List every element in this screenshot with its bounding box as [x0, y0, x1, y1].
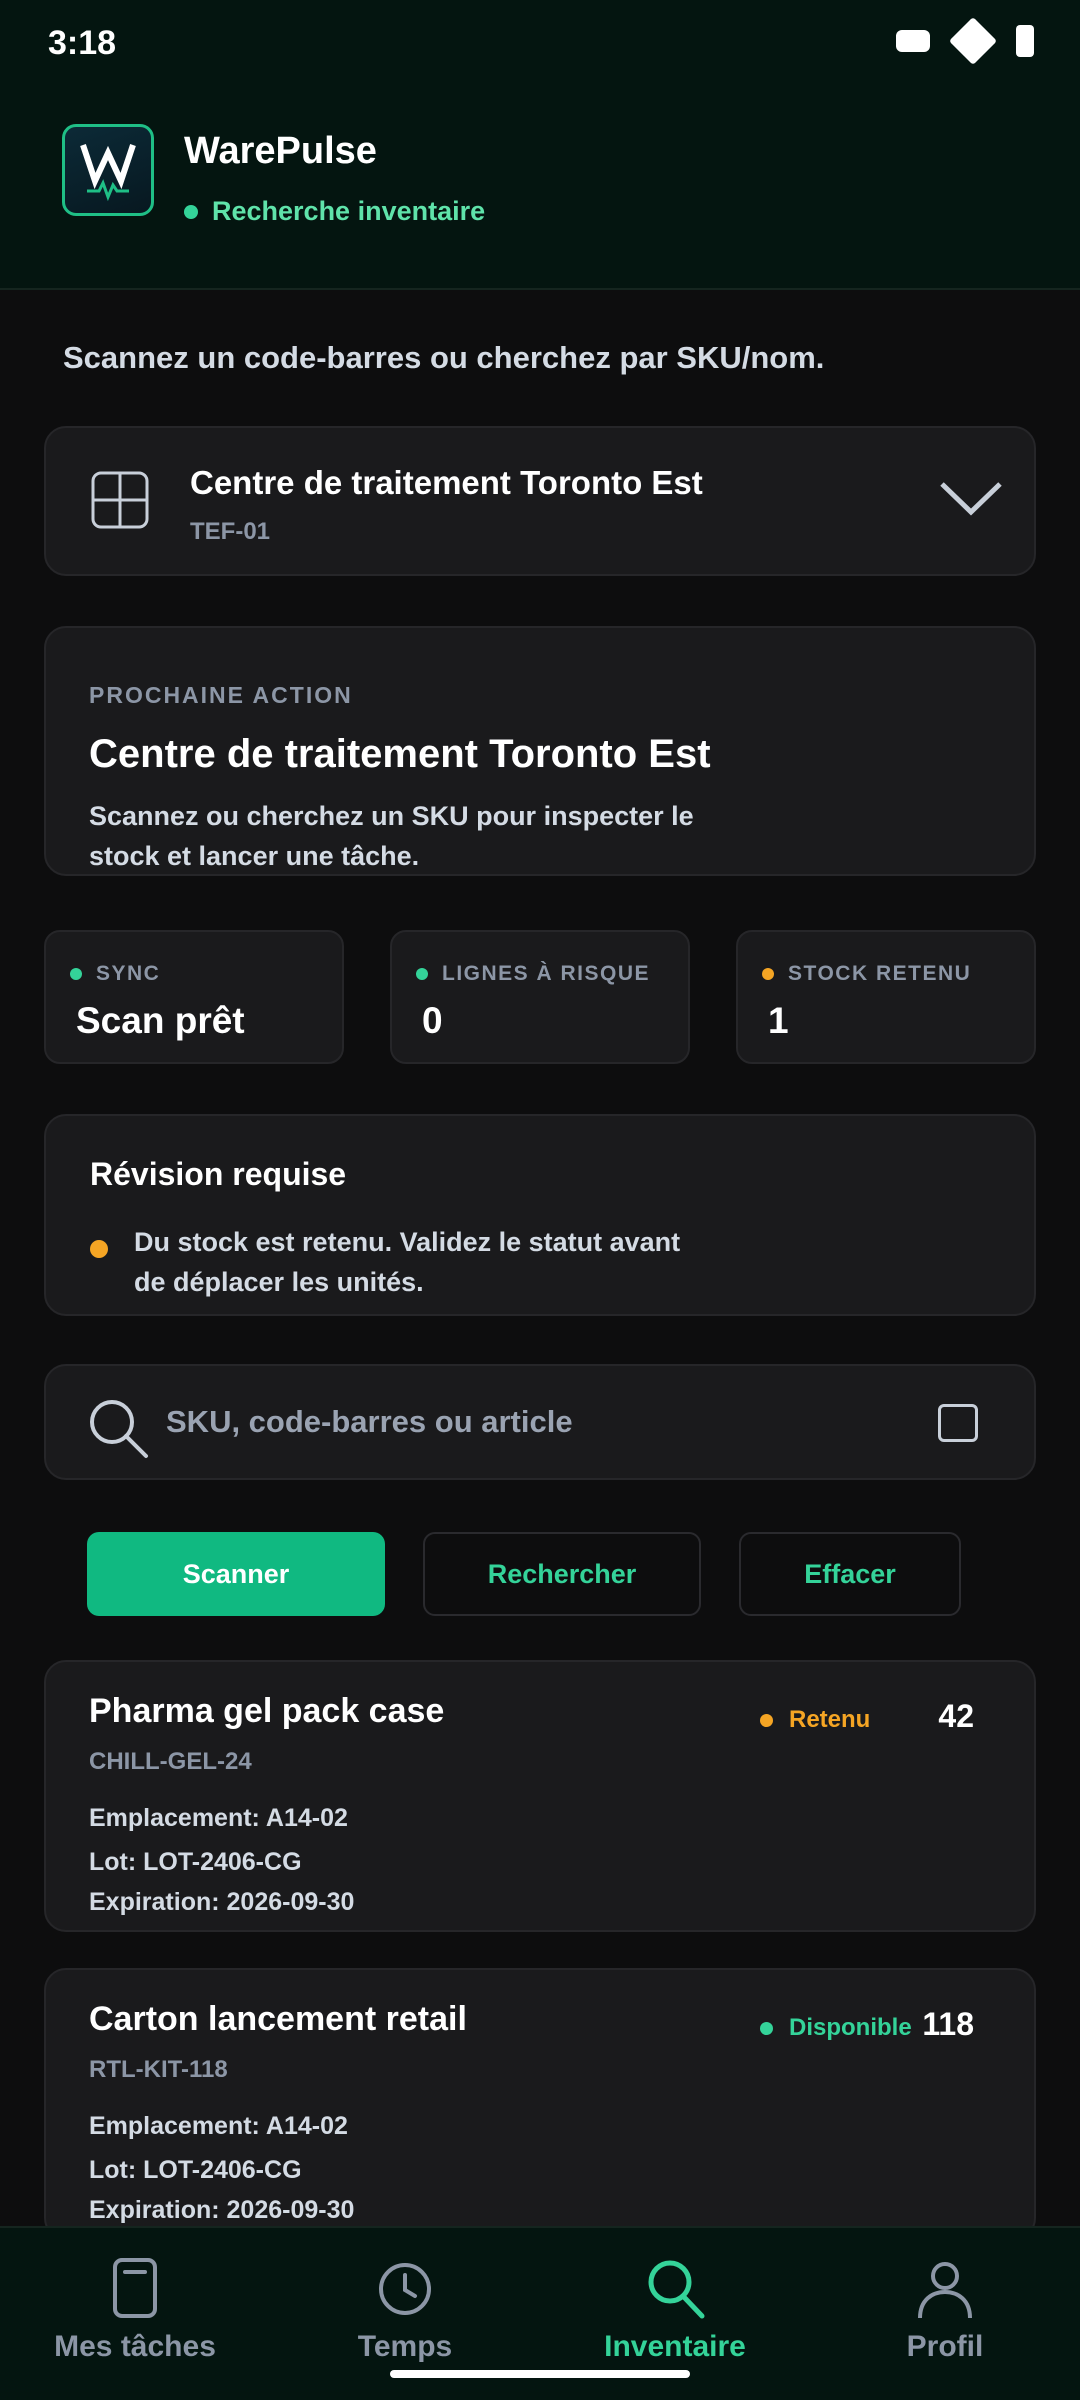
warehouse-selector[interactable]: Centre de traitement Toronto Est TEF-01: [44, 426, 1036, 576]
clock-icon: [379, 2263, 431, 2315]
search-icon: [84, 1394, 154, 1469]
stat-held-label: STOCK RETENU: [762, 962, 971, 986]
status-dot: [184, 204, 198, 219]
battery-icon: [1016, 25, 1034, 57]
stat-held-value: 1: [768, 1000, 789, 1041]
app-header: 3:18 WarePulse Recherche inventaire: [0, 0, 1080, 290]
next-action-description: Scannez ou cherchez un SKU pour inspecte…: [89, 801, 694, 871]
nav-time[interactable]: Temps: [285, 2256, 525, 2364]
nav-time-label: Temps: [357, 2330, 453, 2363]
stat-label-text: LIGNES À RISQUE: [442, 962, 651, 985]
item-name: Pharma gel pack case: [89, 1692, 445, 1730]
intro-text: Scannez un code-barres ou cherchez par S…: [63, 340, 825, 375]
item-expiration: Expiration: 2026-09-30: [89, 1888, 355, 1916]
item-lot: Lot: LOT-2406-CG: [89, 1848, 302, 1876]
status-dot: [760, 1713, 773, 1727]
next-action-title: Centre de traitement Toronto Est: [89, 732, 711, 776]
warehouse-grid-icon: [90, 470, 150, 535]
status-time: 3:18: [48, 24, 117, 62]
nav-tasks[interactable]: Mes tâches: [15, 2256, 255, 2364]
next-action-card: PROCHAINE ACTION Centre de traitement To…: [44, 626, 1036, 876]
inventory-item[interactable]: Pharma gel pack case CHILL-GEL-24 Retenu…: [44, 1660, 1036, 1932]
status-text: Retenu: [789, 1706, 871, 1733]
item-name: Carton lancement retail: [89, 2000, 467, 2038]
status-text: Disponible: [789, 2014, 912, 2041]
clear-button[interactable]: Effacer: [739, 1532, 961, 1616]
barcode-scan-icon[interactable]: [938, 1404, 978, 1442]
stat-held-stock: STOCK RETENU 1: [736, 930, 1036, 1064]
item-location: Emplacement: A14-02: [89, 1804, 348, 1832]
nav-tasks-label: Mes tâches: [54, 2330, 216, 2363]
scan-button[interactable]: Scanner: [87, 1532, 385, 1616]
next-action-label: PROCHAINE ACTION: [89, 682, 353, 708]
wifi-icon: [948, 16, 998, 66]
review-alert: Révision requise Du stock est retenu. Va…: [44, 1114, 1036, 1316]
status-badge: Retenu: [760, 1706, 870, 1734]
item-sku: CHILL-GEL-24: [89, 1748, 252, 1775]
status-badge: Disponible: [760, 2014, 912, 2042]
clipboard-icon: [113, 2258, 157, 2318]
nav-profile-label: Profil: [906, 2330, 984, 2363]
item-location: Emplacement: A14-02: [89, 2112, 348, 2140]
search-input[interactable]: [166, 1390, 926, 1454]
warehouse-name: Centre de traitement Toronto Est: [190, 464, 703, 501]
status-dot: [762, 968, 774, 980]
item-lot: Lot: LOT-2406-CG: [89, 2156, 302, 2184]
warehouse-code: TEF-01: [190, 518, 271, 545]
app-subtitle: Recherche inventaire: [184, 196, 485, 227]
status-dot: [416, 968, 428, 980]
review-title: Révision requise: [90, 1156, 347, 1192]
stat-risk-value: 0: [422, 1000, 443, 1041]
item-expiration: Expiration: 2026-09-30: [89, 2196, 355, 2224]
app-title: WarePulse: [184, 130, 377, 172]
home-indicator[interactable]: [390, 2370, 690, 2378]
chevron-down-icon: [938, 468, 1004, 533]
stat-label-text: STOCK RETENU: [788, 962, 972, 985]
notification-icon: [896, 30, 930, 52]
nav-inventory-label: Inventaire: [604, 2330, 746, 2363]
status-icons: [896, 16, 1034, 66]
stat-sync-label: SYNC: [70, 962, 160, 986]
search-icon: [648, 2260, 705, 2319]
item-sku: RTL-KIT-118: [89, 2056, 228, 2083]
stat-risk-lines: LIGNES À RISQUE 0: [390, 930, 690, 1064]
stat-sync-value: Scan prêt: [76, 1000, 245, 1041]
status-dot: [70, 968, 82, 980]
status-dot: [760, 2021, 773, 2035]
item-quantity: 118: [922, 2006, 974, 2042]
app-subtitle-text: Recherche inventaire: [212, 196, 486, 226]
user-icon: [918, 2262, 972, 2319]
item-quantity: 42: [938, 1698, 974, 1734]
stat-sync: SYNC Scan prêt: [44, 930, 344, 1064]
warning-dot: [90, 1240, 108, 1258]
stat-label-text: SYNC: [96, 962, 161, 985]
search-bar: [44, 1364, 1036, 1480]
nav-inventory[interactable]: Inventaire: [555, 2256, 795, 2364]
review-message: Du stock est retenu. Validez le statut a…: [134, 1227, 681, 1297]
inventory-item[interactable]: Carton lancement retail RTL-KIT-118 Disp…: [44, 1968, 1036, 2240]
nav-profile[interactable]: Profil: [825, 2256, 1065, 2364]
app-logo: [62, 124, 154, 216]
stat-risk-label: LIGNES À RISQUE: [416, 962, 650, 986]
search-button[interactable]: Rechercher: [423, 1532, 701, 1616]
